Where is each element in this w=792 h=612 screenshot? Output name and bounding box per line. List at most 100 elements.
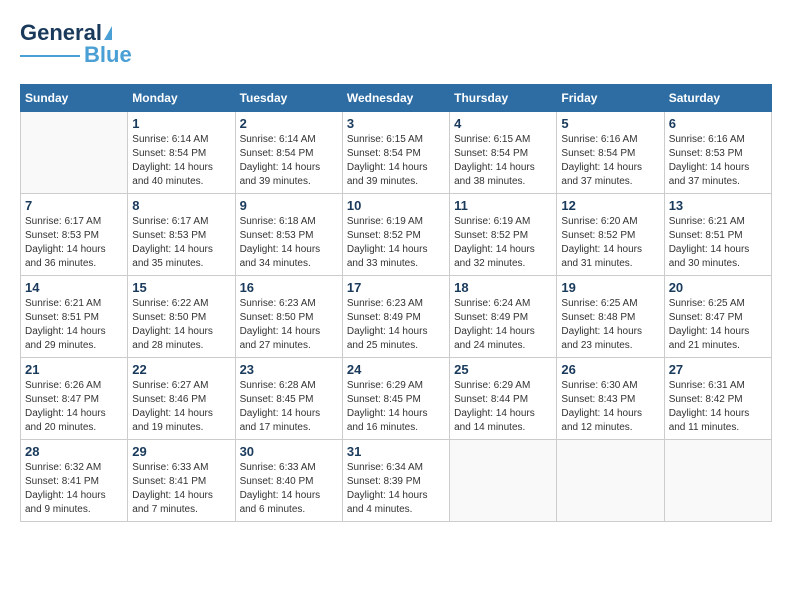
day-number: 20 (669, 280, 767, 295)
calendar-cell: 15Sunrise: 6:22 AM Sunset: 8:50 PM Dayli… (128, 276, 235, 358)
day-info: Sunrise: 6:21 AM Sunset: 8:51 PM Dayligh… (669, 215, 767, 271)
day-number: 14 (25, 280, 123, 295)
calendar-cell: 25Sunrise: 6:29 AM Sunset: 8:44 PM Dayli… (450, 358, 557, 440)
week-row-4: 21 Sunrise: 6:26 AM Sunset: 8:47 PM Dayli… (21, 358, 772, 440)
day-info: Sunrise: 6:14 AM Sunset: 8:54 PM Dayligh… (132, 133, 230, 189)
calendar-cell: 13 Sunrise: 6:21 AM Sunset: 8:51 PM Dayli… (664, 194, 771, 276)
page-header: General Blue (20, 20, 772, 68)
day-info: Sunrise: 6:23 AM Sunset: 8:50 PM Dayligh… (240, 297, 338, 353)
calendar-cell: 31 Sunrise: 6:34 AM Sunset: 8:39 PM Dayli… (342, 440, 449, 522)
calendar-cell: 20 Sunrise: 6:25 AM Sunset: 8:47 PM Dayli… (664, 276, 771, 358)
day-info: Sunrise: 6:19 AM Sunset: 8:52 PM Dayligh… (347, 215, 445, 271)
calendar-cell: 30 Sunrise: 6:33 AM Sunset: 8:40 PM Dayli… (235, 440, 342, 522)
day-number: 31 (347, 444, 445, 459)
week-row-5: 28Sunrise: 6:32 AM Sunset: 8:41 PM Dayli… (21, 440, 772, 522)
day-info: Sunrise: 6:28 AM Sunset: 8:45 PM Dayligh… (240, 379, 338, 435)
day-info: Sunrise: 6:17 AM Sunset: 8:53 PM Dayligh… (25, 215, 123, 271)
calendar-cell: 22 Sunrise: 6:27 AM Sunset: 8:46 PM Dayli… (128, 358, 235, 440)
calendar-cell: 10 Sunrise: 6:19 AM Sunset: 8:52 PM Dayli… (342, 194, 449, 276)
day-number: 23 (240, 362, 338, 377)
calendar-cell: 17 Sunrise: 6:23 AM Sunset: 8:49 PM Dayli… (342, 276, 449, 358)
calendar-table: SundayMondayTuesdayWednesdayThursdayFrid… (20, 84, 772, 522)
calendar-cell: 21 Sunrise: 6:26 AM Sunset: 8:47 PM Dayli… (21, 358, 128, 440)
day-info: Sunrise: 6:20 AM Sunset: 8:52 PM Dayligh… (561, 215, 659, 271)
day-number: 12 (561, 198, 659, 213)
day-number: 3 (347, 116, 445, 131)
day-info: Sunrise: 6:24 AM Sunset: 8:49 PM Dayligh… (454, 297, 552, 353)
day-info: Sunrise: 6:33 AM Sunset: 8:40 PM Dayligh… (240, 461, 338, 517)
day-number: 5 (561, 116, 659, 131)
day-header-wednesday: Wednesday (342, 85, 449, 112)
day-info: Sunrise: 6:17 AM Sunset: 8:53 PM Dayligh… (132, 215, 230, 271)
week-row-1: 1 Sunrise: 6:14 AM Sunset: 8:54 PM Daylig… (21, 112, 772, 194)
logo-text-blue: Blue (84, 42, 132, 68)
day-info: Sunrise: 6:30 AM Sunset: 8:43 PM Dayligh… (561, 379, 659, 435)
week-row-3: 14 Sunrise: 6:21 AM Sunset: 8:51 PM Dayli… (21, 276, 772, 358)
day-header-saturday: Saturday (664, 85, 771, 112)
day-info: Sunrise: 6:16 AM Sunset: 8:53 PM Dayligh… (669, 133, 767, 189)
day-info: Sunrise: 6:25 AM Sunset: 8:47 PM Dayligh… (669, 297, 767, 353)
calendar-cell: 1 Sunrise: 6:14 AM Sunset: 8:54 PM Daylig… (128, 112, 235, 194)
calendar-cell: 2Sunrise: 6:14 AM Sunset: 8:54 PM Daylig… (235, 112, 342, 194)
day-number: 6 (669, 116, 767, 131)
calendar-cell (450, 440, 557, 522)
calendar-cell (21, 112, 128, 194)
calendar-cell: 4Sunrise: 6:15 AM Sunset: 8:54 PM Daylig… (450, 112, 557, 194)
week-row-2: 7 Sunrise: 6:17 AM Sunset: 8:53 PM Daylig… (21, 194, 772, 276)
day-number: 25 (454, 362, 552, 377)
calendar-cell: 6 Sunrise: 6:16 AM Sunset: 8:53 PM Daylig… (664, 112, 771, 194)
day-info: Sunrise: 6:27 AM Sunset: 8:46 PM Dayligh… (132, 379, 230, 435)
day-number: 10 (347, 198, 445, 213)
calendar-cell: 26 Sunrise: 6:30 AM Sunset: 8:43 PM Dayli… (557, 358, 664, 440)
day-number: 2 (240, 116, 338, 131)
day-number: 18 (454, 280, 552, 295)
day-number: 13 (669, 198, 767, 213)
day-number: 9 (240, 198, 338, 213)
calendar-cell (557, 440, 664, 522)
day-number: 1 (132, 116, 230, 131)
day-info: Sunrise: 6:23 AM Sunset: 8:49 PM Dayligh… (347, 297, 445, 353)
day-number: 11 (454, 198, 552, 213)
calendar-cell: 28Sunrise: 6:32 AM Sunset: 8:41 PM Dayli… (21, 440, 128, 522)
day-info: Sunrise: 6:21 AM Sunset: 8:51 PM Dayligh… (25, 297, 123, 353)
day-info: Sunrise: 6:16 AM Sunset: 8:54 PM Dayligh… (561, 133, 659, 189)
calendar-cell: 24 Sunrise: 6:29 AM Sunset: 8:45 PM Dayli… (342, 358, 449, 440)
calendar-cell: 29 Sunrise: 6:33 AM Sunset: 8:41 PM Dayli… (128, 440, 235, 522)
day-info: Sunrise: 6:26 AM Sunset: 8:47 PM Dayligh… (25, 379, 123, 435)
day-number: 4 (454, 116, 552, 131)
day-header-friday: Friday (557, 85, 664, 112)
day-number: 30 (240, 444, 338, 459)
day-header-tuesday: Tuesday (235, 85, 342, 112)
day-number: 16 (240, 280, 338, 295)
day-number: 17 (347, 280, 445, 295)
day-number: 24 (347, 362, 445, 377)
day-info: Sunrise: 6:22 AM Sunset: 8:50 PM Dayligh… (132, 297, 230, 353)
day-number: 27 (669, 362, 767, 377)
day-number: 29 (132, 444, 230, 459)
calendar-cell: 8Sunrise: 6:17 AM Sunset: 8:53 PM Daylig… (128, 194, 235, 276)
calendar-cell: 9 Sunrise: 6:18 AM Sunset: 8:53 PM Daylig… (235, 194, 342, 276)
day-info: Sunrise: 6:29 AM Sunset: 8:45 PM Dayligh… (347, 379, 445, 435)
calendar-cell (664, 440, 771, 522)
day-number: 28 (25, 444, 123, 459)
calendar-cell: 11 Sunrise: 6:19 AM Sunset: 8:52 PM Dayli… (450, 194, 557, 276)
calendar-cell: 16 Sunrise: 6:23 AM Sunset: 8:50 PM Dayli… (235, 276, 342, 358)
day-header-monday: Monday (128, 85, 235, 112)
day-number: 19 (561, 280, 659, 295)
day-header-sunday: Sunday (21, 85, 128, 112)
calendar-cell: 5 Sunrise: 6:16 AM Sunset: 8:54 PM Daylig… (557, 112, 664, 194)
logo: General Blue (20, 20, 132, 68)
day-info: Sunrise: 6:25 AM Sunset: 8:48 PM Dayligh… (561, 297, 659, 353)
day-number: 26 (561, 362, 659, 377)
header-row: SundayMondayTuesdayWednesdayThursdayFrid… (21, 85, 772, 112)
day-number: 7 (25, 198, 123, 213)
calendar-cell: 14 Sunrise: 6:21 AM Sunset: 8:51 PM Dayli… (21, 276, 128, 358)
calendar-cell: 23 Sunrise: 6:28 AM Sunset: 8:45 PM Dayli… (235, 358, 342, 440)
day-info: Sunrise: 6:33 AM Sunset: 8:41 PM Dayligh… (132, 461, 230, 517)
day-info: Sunrise: 6:34 AM Sunset: 8:39 PM Dayligh… (347, 461, 445, 517)
day-number: 21 (25, 362, 123, 377)
day-header-thursday: Thursday (450, 85, 557, 112)
day-number: 22 (132, 362, 230, 377)
day-info: Sunrise: 6:19 AM Sunset: 8:52 PM Dayligh… (454, 215, 552, 271)
day-info: Sunrise: 6:18 AM Sunset: 8:53 PM Dayligh… (240, 215, 338, 271)
